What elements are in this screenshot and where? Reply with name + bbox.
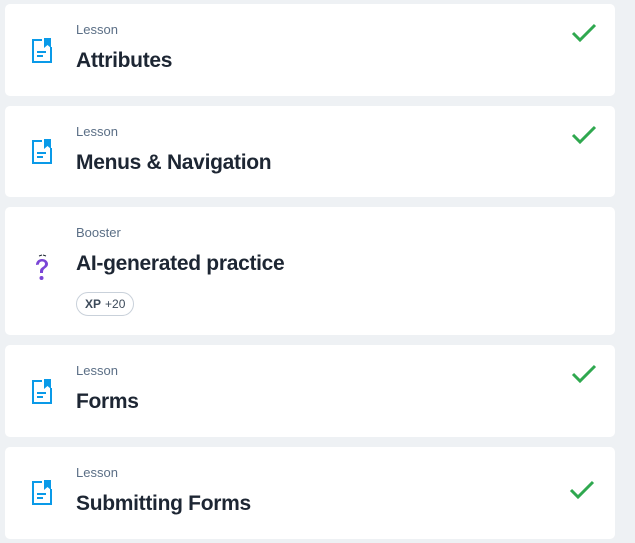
xp-value: +20 — [105, 297, 126, 311]
lesson-document-icon — [30, 479, 54, 507]
item-type: Lesson — [76, 363, 118, 378]
lesson-document-icon — [30, 37, 54, 65]
checkmark-icon — [569, 479, 595, 501]
item-type: Lesson — [76, 465, 118, 480]
checkmark-icon — [571, 363, 597, 385]
item-title: Attributes — [76, 49, 173, 72]
lesson-card-submitting-forms[interactable]: Lesson Submitting Forms — [5, 447, 615, 539]
lesson-card-menus-navigation[interactable]: Lesson Menus & Navigation — [5, 106, 615, 197]
lesson-document-icon — [30, 138, 54, 166]
checkmark-icon — [571, 124, 597, 146]
xp-badge: XP +20 — [76, 292, 135, 316]
lesson-card-forms[interactable]: Lesson Forms — [5, 345, 615, 437]
item-type: Lesson — [76, 22, 118, 37]
item-title: Submitting Forms — [76, 492, 251, 515]
lesson-card-attributes[interactable]: Lesson Attributes — [5, 4, 615, 96]
xp-label: XP — [85, 297, 102, 311]
item-title: AI-generated practice — [76, 252, 285, 275]
booster-card-ai-practice[interactable]: Booster AI-generated practice XP +20 — [5, 207, 615, 335]
item-title: Forms — [76, 390, 139, 413]
question-mark-icon — [36, 254, 48, 280]
lesson-document-icon — [30, 378, 54, 406]
checkmark-icon — [571, 22, 597, 44]
item-title: Menus & Navigation — [76, 151, 272, 174]
item-type: Lesson — [76, 124, 118, 139]
item-type: Booster — [76, 225, 121, 240]
